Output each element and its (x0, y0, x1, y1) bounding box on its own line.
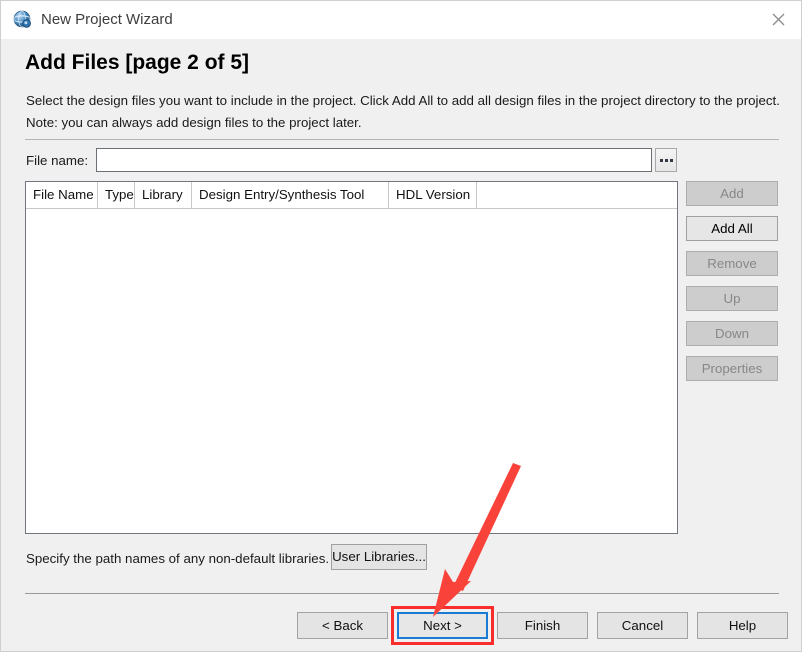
add-button: Add (686, 181, 778, 206)
file-list[interactable]: File Name Type Library Design Entry/Synthes… (25, 181, 678, 534)
remove-button: Remove (686, 251, 778, 276)
file-name-label: File name: (26, 153, 89, 168)
wizard-body: Add Files [page 2 of 5] Select the desig… (1, 39, 801, 651)
user-libraries-button[interactable]: User Libraries... (331, 544, 427, 570)
add-all-button[interactable]: Add All (686, 216, 778, 241)
header-divider (25, 139, 779, 140)
finish-button[interactable]: Finish (497, 612, 588, 639)
title-bar: New Project Wizard (1, 1, 801, 40)
page-description-line-1: Select the design files you want to incl… (26, 93, 780, 108)
footer-divider (25, 593, 779, 594)
close-icon[interactable] (755, 1, 801, 38)
properties-button: Properties (686, 356, 778, 381)
up-button: Up (686, 286, 778, 311)
browse-button[interactable] (655, 148, 677, 172)
file-list-column-header[interactable]: Library (135, 182, 192, 208)
new-project-wizard-window: New Project Wizard Add Files [page 2 of … (0, 0, 802, 652)
next-button[interactable]: Next > (397, 612, 488, 639)
window-title: New Project Wizard (41, 11, 173, 28)
file-list-column-header[interactable]: HDL Version (389, 182, 477, 208)
user-libraries-hint: Specify the path names of any non-defaul… (26, 551, 330, 566)
file-list-empty-area[interactable] (26, 209, 677, 533)
page-description-line-2: Note: you can always add design files to… (26, 115, 362, 130)
globe-icon (13, 10, 33, 30)
file-list-column-header-filler (477, 182, 677, 208)
ellipsis-icon (659, 158, 673, 162)
down-button: Down (686, 321, 778, 346)
back-button[interactable]: < Back (297, 612, 388, 639)
file-list-column-header[interactable]: File Name (26, 182, 98, 208)
page-title: Add Files [page 2 of 5] (25, 51, 250, 74)
file-list-column-header[interactable]: Design Entry/Synthesis Tool (192, 182, 389, 208)
file-name-input[interactable] (96, 148, 652, 172)
help-button[interactable]: Help (697, 612, 788, 639)
file-list-column-header[interactable]: Type (98, 182, 135, 208)
cancel-button[interactable]: Cancel (597, 612, 688, 639)
file-list-header: File Name Type Library Design Entry/Synthes… (26, 182, 677, 209)
